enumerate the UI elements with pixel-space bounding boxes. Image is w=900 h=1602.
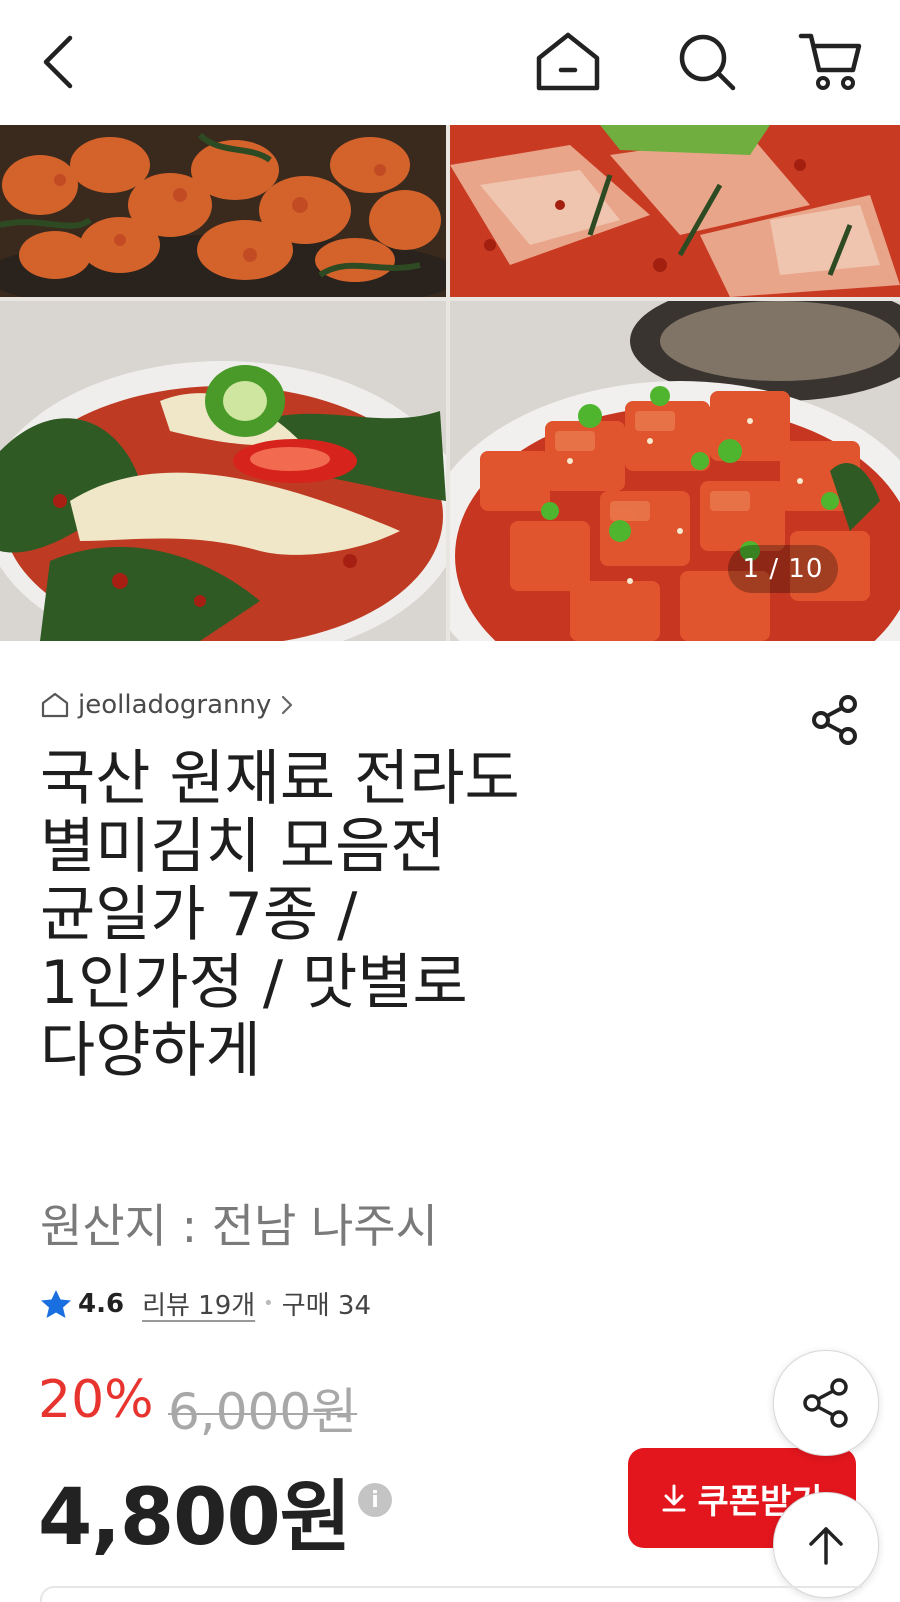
gallery-image-young-cabbage-kimchi — [0, 301, 446, 641]
share-icon — [812, 695, 857, 745]
home-icon — [536, 32, 600, 91]
rating-row: 4.6 리뷰 19개 • 구매 34 — [40, 1285, 371, 1322]
price-info-icon[interactable]: i — [358, 1483, 392, 1517]
arrow-up-icon — [809, 1527, 843, 1565]
image-counter: 1 / 10 — [728, 545, 838, 593]
store-home-icon — [41, 692, 69, 718]
original-price: 6,000원 — [168, 1383, 358, 1441]
sale-price: 4,800원 — [38, 1473, 351, 1563]
origin-info: 원산지 : 전남 나주시 — [40, 1199, 438, 1253]
gallery-image-kkakdugi — [450, 301, 900, 641]
chevron-right-icon — [282, 695, 293, 715]
top-navigation-bar — [0, 0, 900, 125]
purchase-count: 구매 34 — [281, 1291, 371, 1321]
share-button[interactable] — [805, 690, 865, 750]
share-icon — [803, 1378, 848, 1428]
cart-button[interactable] — [790, 22, 870, 102]
back-arrow-icon — [43, 35, 73, 89]
rating-score: 4.6 — [78, 1288, 125, 1319]
home-button[interactable] — [528, 22, 608, 102]
gallery-image-radish-kimchi — [0, 125, 446, 297]
back-button[interactable] — [18, 22, 98, 102]
store-name: jeolladogranny — [78, 690, 272, 720]
product-image-gallery[interactable]: 1 / 10 — [0, 125, 900, 641]
star-icon — [41, 1289, 71, 1318]
store-link[interactable]: jeolladogranny — [40, 690, 295, 720]
download-icon — [662, 1484, 686, 1512]
scroll-to-top-button[interactable] — [773, 1492, 879, 1598]
floating-share-button[interactable] — [773, 1350, 879, 1456]
review-count-link[interactable]: 리뷰 19개 — [142, 1285, 255, 1322]
cart-icon — [798, 33, 862, 90]
discount-rate: 20% — [38, 1370, 154, 1430]
product-title: 국산 원재료 전라도 별미김치 모음전 균일가 7종 / 1인가정 / 맛별로 … — [40, 744, 520, 1086]
separator-dot: • — [263, 1293, 274, 1314]
search-icon — [679, 34, 736, 91]
search-button[interactable] — [667, 22, 747, 102]
gallery-image-cabbage-kimchi — [450, 125, 900, 297]
